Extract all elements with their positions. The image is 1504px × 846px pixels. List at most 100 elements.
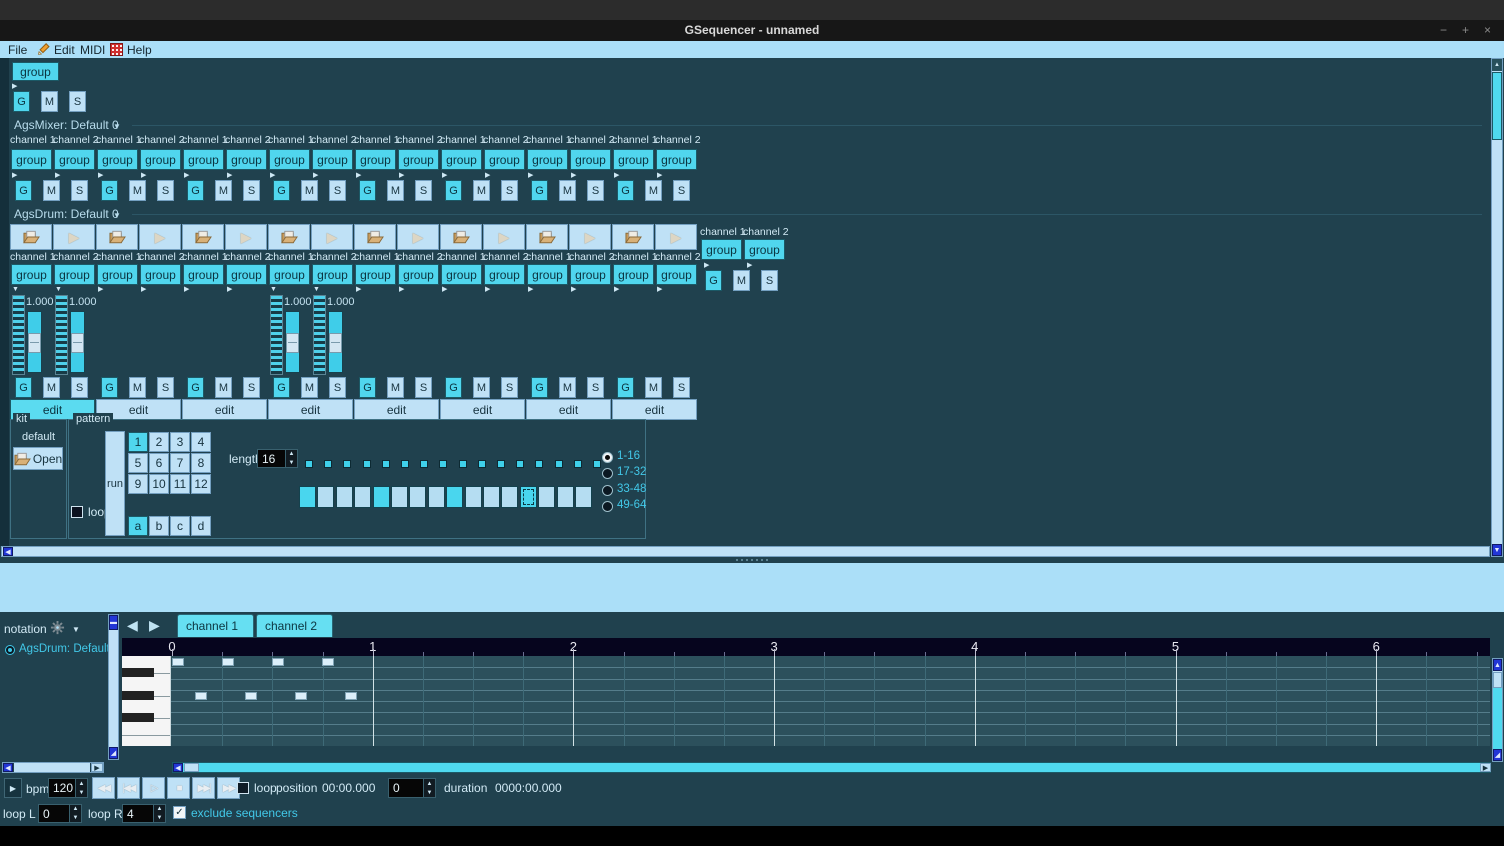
transport-rewind-button[interactable]: ◀◀ [92, 777, 115, 799]
mixer-group-button[interactable]: group [656, 149, 697, 170]
mixer-channel-expander-icon[interactable]: ▶ [270, 172, 275, 179]
drum-s-button[interactable]: S [329, 377, 346, 398]
panel-group-button[interactable]: group [12, 62, 59, 81]
notation-left-vscrollbar[interactable]: ▬ ◢ [108, 614, 119, 760]
drum-s-button[interactable]: S [673, 377, 690, 398]
offset-radio-1-16[interactable] [602, 452, 613, 463]
drum-m-button[interactable]: M [559, 377, 576, 398]
machines-vscrollbar[interactable]: ▲ ▼ [1491, 58, 1503, 557]
mixer-m-button[interactable]: M [215, 180, 232, 201]
drum-channel-expander-icon[interactable]: ▶ [227, 286, 232, 293]
left-hscrollbar[interactable]: ◀ ▶ [2, 762, 104, 773]
scroll-left-icon[interactable]: ◀ [173, 763, 183, 772]
drum-play-button[interactable]: ▶ [655, 224, 697, 250]
mixer-group-button[interactable]: group [226, 149, 267, 170]
mixer-channel-expander-icon[interactable]: ▶ [485, 172, 490, 179]
pattern-bank-1-button[interactable]: 1 [128, 432, 148, 452]
mixer-channel-expander-icon[interactable]: ▶ [98, 172, 103, 179]
drum-open-button[interactable] [612, 224, 654, 250]
drum-group-button[interactable]: group [54, 264, 95, 285]
drum-group-button[interactable]: group [484, 264, 525, 285]
mixer-channel-expander-icon[interactable]: ▶ [184, 172, 189, 179]
mixer-channel-expander-icon[interactable]: ▶ [55, 172, 60, 179]
exclude-sequencers-checkbox[interactable]: ✓ [173, 806, 186, 819]
tab-channel-1[interactable]: channel 1 [177, 614, 254, 637]
drum-edit-tab[interactable]: edit [354, 399, 439, 420]
loop-r-spinner[interactable]: 4 ▲▼ [122, 804, 166, 823]
mixer-g-button[interactable]: G [617, 180, 634, 201]
mixer-group-button[interactable]: group [441, 149, 482, 170]
transport-expander-button[interactable]: ▶ [4, 778, 22, 798]
notation-vscrollbar[interactable]: ▲ ◢ [1492, 658, 1503, 762]
scroll-corner-icon[interactable]: ◢ [109, 747, 118, 759]
channel-volume-slider[interactable] [27, 311, 42, 373]
gear-icon[interactable] [50, 620, 65, 635]
note[interactable] [295, 692, 307, 700]
pattern-step-12[interactable] [501, 486, 518, 508]
pattern-bank-c-button[interactable]: c [170, 516, 190, 536]
pattern-step-9-active[interactable] [446, 486, 463, 508]
drum-group-button[interactable]: group [11, 264, 52, 285]
drum-right-s-button[interactable]: S [761, 270, 778, 291]
drum-edit-tab[interactable]: edit [440, 399, 525, 420]
left-vscroll-thumb[interactable]: ▬ [109, 615, 118, 630]
pattern-step-4[interactable] [354, 486, 371, 508]
pattern-bank-4-button[interactable]: 4 [191, 432, 211, 452]
channel-volume-slider[interactable] [70, 311, 85, 373]
drum-right-expander-icon[interactable]: ▶ [704, 262, 709, 269]
drum-channel-expander-icon[interactable]: ▶ [614, 286, 619, 293]
drum-s-button[interactable]: S [415, 377, 432, 398]
drum-play-button[interactable]: ▶ [311, 224, 353, 250]
pattern-step-5-active[interactable] [373, 486, 390, 508]
drum-g-button[interactable]: G [617, 377, 634, 398]
pattern-step-1-active[interactable] [299, 486, 316, 508]
pattern-loop-checkbox[interactable] [71, 506, 83, 518]
drum-group-button[interactable]: group [97, 264, 138, 285]
pattern-step-11[interactable] [483, 486, 500, 508]
mixer-g-button[interactable]: G [445, 180, 462, 201]
note[interactable] [172, 658, 184, 666]
drum-m-button[interactable]: M [473, 377, 490, 398]
drum-m-button[interactable]: M [215, 377, 232, 398]
drum-play-button[interactable]: ▶ [569, 224, 611, 250]
mixer-channel-expander-icon[interactable]: ▶ [657, 172, 662, 179]
drum-channel-expander-icon[interactable]: ▶ [184, 286, 189, 293]
drum-g-button[interactable]: G [531, 377, 548, 398]
vscroll-track[interactable] [1493, 688, 1502, 749]
mixer-channel-expander-icon[interactable]: ▶ [141, 172, 146, 179]
mixer-s-button[interactable]: S [329, 180, 346, 201]
pattern-bank-8-button[interactable]: 8 [191, 453, 211, 473]
drum-channel-expander-icon[interactable]: ▼ [270, 286, 277, 293]
menu-item-file[interactable]: File [8, 42, 27, 57]
drum-channel-expander-icon[interactable]: ▶ [571, 286, 576, 293]
menu-item-edit[interactable]: Edit [37, 42, 75, 57]
drum-g-button[interactable]: G [15, 377, 32, 398]
mixer-channel-expander-icon[interactable]: ▶ [614, 172, 619, 179]
mixer-g-button[interactable]: G [273, 180, 290, 201]
scroll-left-icon[interactable]: ◀ [3, 547, 13, 556]
minimize-button[interactable]: − [1440, 23, 1447, 37]
transport-play-button[interactable]: ▷ [142, 777, 165, 799]
pattern-bank-7-button[interactable]: 7 [170, 453, 190, 473]
drum-play-button[interactable]: ▶ [397, 224, 439, 250]
drum-s-button[interactable]: S [243, 377, 260, 398]
drum-channel-expander-icon[interactable]: ▼ [12, 286, 19, 293]
drum-right-m-button[interactable]: M [733, 270, 750, 291]
mixer-g-button[interactable]: G [101, 180, 118, 201]
mixer-channel-expander-icon[interactable]: ▶ [313, 172, 318, 179]
note[interactable] [195, 692, 207, 700]
drum-group-button[interactable]: group [527, 264, 568, 285]
maximize-button[interactable]: + [1462, 23, 1469, 37]
scroll-right-icon[interactable]: ▶ [1480, 763, 1491, 772]
position-spinner[interactable]: 0 ▲▼ [388, 778, 436, 798]
drum-m-button[interactable]: M [129, 377, 146, 398]
mixer-group-button[interactable]: group [570, 149, 611, 170]
drum-right-g-button[interactable]: G [705, 270, 722, 291]
offset-radio-33-48[interactable] [602, 485, 613, 496]
piano-keys[interactable] [122, 656, 171, 746]
drum-m-button[interactable]: M [387, 377, 404, 398]
tab-forward-icon[interactable]: ▶ [149, 617, 160, 634]
drum-group-button[interactable]: group [269, 264, 310, 285]
piano-black-key[interactable] [122, 668, 154, 677]
panel-s-button[interactable]: S [69, 91, 86, 112]
